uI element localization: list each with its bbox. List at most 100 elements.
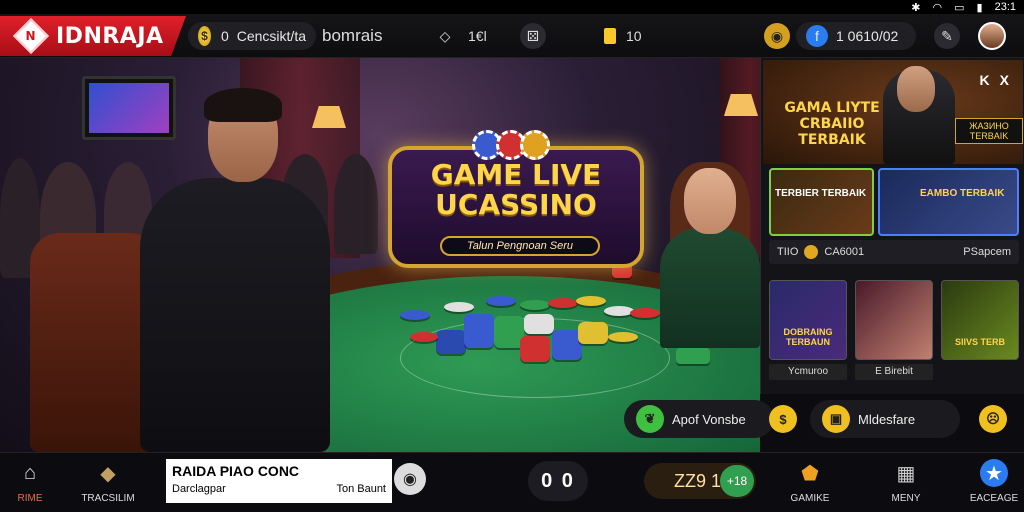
home-icon: ⌂ [23,461,37,484]
live-casino-scene[interactable]: GAME LIVE UCASSINO Talun Pengnoan Seru [0,58,760,452]
jackpot-strip[interactable]: TIIO CA6001 PSapcem [769,240,1019,264]
game-tile[interactable]: SIIVS TERB [941,280,1019,386]
brand-logo[interactable]: N IDNRAJA [0,16,186,56]
promo-card-label: TERBIER TERBAIK [775,188,867,199]
bell-icon[interactable]: ◉ [394,463,426,495]
chip-stack [576,296,606,306]
vip-button[interactable]: ◉ [764,22,790,50]
wall-tv [82,76,176,140]
balance-pill[interactable]: f 1 0610/02 [796,22,916,50]
wallet-icon: ▣ [822,405,850,433]
strip-right-label: PSapcem [963,246,1011,258]
ticker-title: RAIDA PIAO CONC [172,463,300,479]
diamond-icon: ◆ [100,462,116,485]
chips-decoration [472,130,550,160]
chip-stack [464,314,494,348]
chip-stack [676,348,710,364]
chip-stack [436,330,466,354]
coin-icon [804,245,819,259]
promo-host-face [897,66,935,112]
battery-icon: ▮ [976,1,983,14]
mobile-fare-label: Mldesfare [858,411,916,427]
promo-cards: TERBIER TERBAIK EAMBO TERBAIK [769,168,1019,236]
promo-title: GAMA LIYTE CRBAIIO TERBAIK [784,100,880,148]
game-tile-caption: Ycmuroo [769,364,847,380]
news-ticker[interactable]: RAIDA PIAO CONC Darclagpar Ton Baunt [166,459,392,503]
chip-stack [400,310,430,320]
nav-games[interactable]: ⬟ GAMIKE [780,459,840,505]
gems-counter[interactable]: ◇ 1€l [432,22,487,50]
status-time: 23:1 [994,1,1016,13]
shield-icon: ⬟ [801,462,819,485]
bonus-label: bomrais [322,26,383,45]
medal-icon: ◉ [764,23,790,49]
sign-subtitle: Talun Pengnoan Seru [440,236,600,256]
chat-icon: ✎ [934,23,960,49]
dice-icon: ⚄ [520,23,546,49]
diamond-icon: ◇ [439,27,451,44]
nav-menu-label: MENY [891,493,921,504]
gems-value: 1€l [468,28,487,44]
grid-icon: ▦ [896,462,916,485]
wifi-icon: ◠ [932,1,943,14]
chip-stack [630,308,660,318]
dealer-figure [140,178,330,452]
leaf-icon: ❦ [636,405,664,433]
chat-button[interactable]: ✎ [934,22,960,50]
nav-garage[interactable]: ★ EACEAGE [964,459,1024,504]
sign-title: GAME LIVE UCASSINO [430,158,602,221]
game-tile[interactable]: E Birebit [855,280,933,386]
minimize-icon[interactable]: K [980,72,990,88]
hostess-face [684,168,736,234]
close-icon[interactable]: X [1000,72,1009,88]
coin-pill[interactable]: $ 0 Cencsikt/ta [188,22,316,50]
avatar [978,22,1006,50]
dice-button[interactable]: ⚄ [520,22,546,50]
chip-stack [444,302,474,312]
chip-stack [486,296,516,306]
chip-stack [608,332,638,342]
nav-garage-label: EACEAGE [969,493,1019,504]
dealer-hair [204,88,282,122]
nav-home[interactable]: ⌂ RIME [0,459,60,505]
coin-prefix: 0 [220,28,229,44]
bottom-nav: ⌂ RIME ◆ TRACSILIM RAIDA PIAO CONC Darcl… [0,452,1024,512]
emoji-icon: ☹ [979,405,1007,433]
promo-card-1[interactable]: TERBIER TERBAIK [769,168,874,236]
balance-value: 1 0610/02 [836,28,899,44]
profile-button[interactable] [978,22,1006,50]
bonus-link[interactable]: bomrais [322,22,382,50]
dollar-icon: $ [769,405,797,433]
hostess-figure [660,228,760,348]
bluetooth-icon: ✱ [911,1,921,14]
game-live-sign[interactable]: GAME LIVE UCASSINO Talun Pengnoan Seru [388,130,644,268]
status-bar: ✱ ◠ ▭ ▮ 23:1 [0,0,1024,14]
game-tile-image: DOBRAING TERBAUN [769,280,847,360]
nav-menu[interactable]: ▦ MENY [876,459,936,505]
nav-games-label: GAMIKE [790,493,830,504]
game-tile[interactable]: DOBRAING TERBAUN Ycmuroo [769,280,847,386]
apply-bonus-button[interactable]: ❦ Apof Vonsbe [624,400,774,438]
tickets-counter[interactable]: 10 [604,22,642,50]
score-display: 0 0 [528,461,588,501]
wallet-balance[interactable]: ZZ9 1 +18 [644,463,756,499]
mobile-fare-button[interactable]: ▣ Mldesfare [810,400,960,438]
game-tile-image: SIIVS TERB [941,280,1019,360]
add-funds-button[interactable]: +18 [720,465,754,497]
emoji-button[interactable]: ☹ [976,400,1010,438]
strip-prefix: TIIO [777,246,799,258]
coin-action-button[interactable]: $ [766,400,800,438]
nav-tracking[interactable]: ◆ TRACSILIM [78,459,138,505]
star-icon: ★ [980,459,1008,487]
top-nav: N IDNRAJA $ 0 Cencsikt/ta bomrais ◇ 1€l … [0,14,1024,58]
chip-stack [520,300,550,310]
chip-stack [524,314,554,334]
coin-icon: $ [198,26,211,46]
promo-card-2[interactable]: EAMBO TERBAIK [878,168,1019,236]
promo-banner[interactable]: GAMA LIYTE CRBAIIO TERBAIK ЖАЗИНО TERBAI… [763,60,1023,164]
nav-home-label: RIME [17,493,43,504]
tickets-value: 10 [626,28,642,44]
promo-panel: GAMA LIYTE CRBAIIO TERBAIK ЖАЗИНО TERBAI… [760,58,1024,394]
wallet-value: ZZ9 1 [674,470,722,491]
promo-card-label: EAMBO TERBAIK [920,188,1005,199]
